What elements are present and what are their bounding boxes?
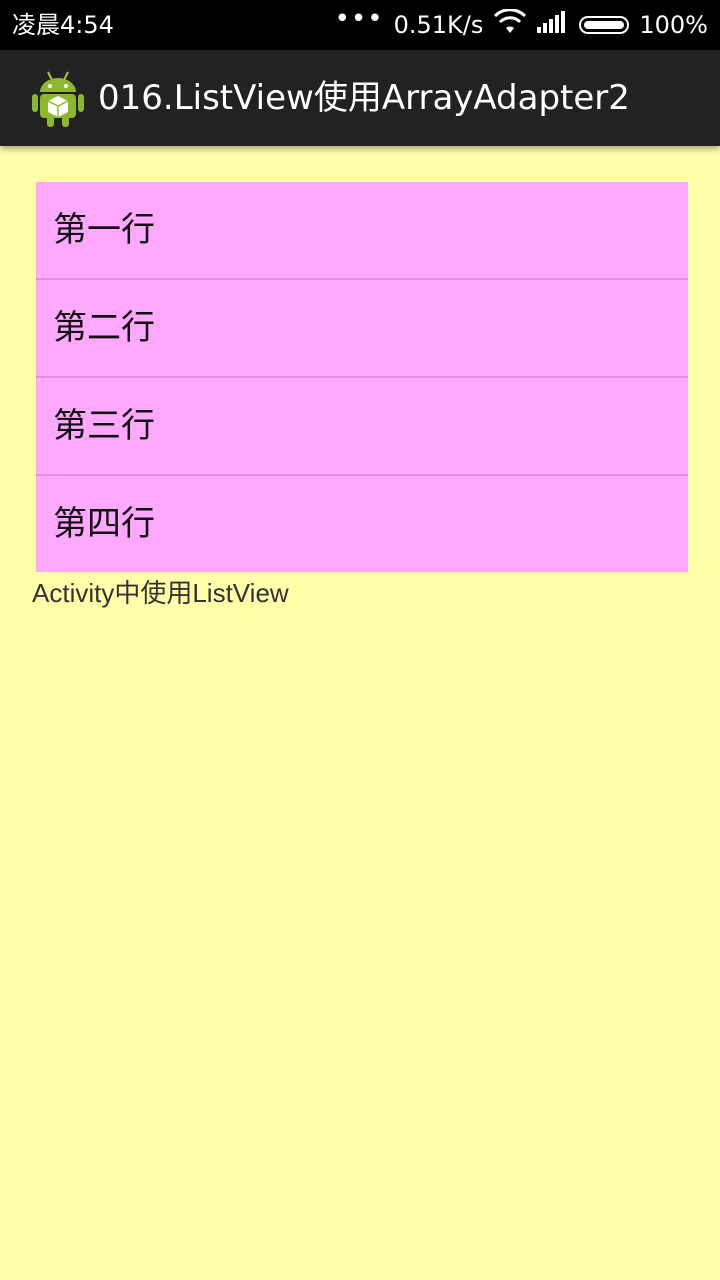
more-dots-icon: •••	[334, 4, 384, 34]
list-item-label: 第二行	[53, 308, 155, 348]
android-app-icon[interactable]	[30, 68, 86, 128]
list-item-label: 第四行	[53, 504, 155, 544]
battery-icon	[579, 16, 630, 34]
action-bar: 016.ListView使用ArrayAdapter2	[0, 50, 720, 146]
list-item[interactable]: 第三行	[36, 378, 688, 476]
list-item[interactable]: 第四行	[36, 476, 688, 572]
status-time: 凌晨4:54	[12, 11, 114, 39]
wifi-icon	[493, 8, 527, 41]
signal-icon	[537, 11, 569, 39]
network-speed: 0.51K/s	[393, 11, 484, 39]
status-indicators: ••• 0.51K/s 100%	[335, 0, 708, 50]
battery-percent: 100%	[639, 11, 708, 39]
list-item-label: 第三行	[53, 406, 155, 446]
app-title: 016.ListView使用ArrayAdapter2	[98, 78, 630, 118]
list-item[interactable]: 第一行	[36, 182, 688, 280]
list-item-label: 第一行	[53, 210, 155, 250]
list-view[interactable]: 第一行 第二行 第三行 第四行	[36, 182, 688, 572]
status-bar: 凌晨4:54 ••• 0.51K/s 100%	[0, 0, 720, 50]
footer-text: Activity中使用ListView	[32, 578, 289, 608]
list-item[interactable]: 第二行	[36, 280, 688, 378]
